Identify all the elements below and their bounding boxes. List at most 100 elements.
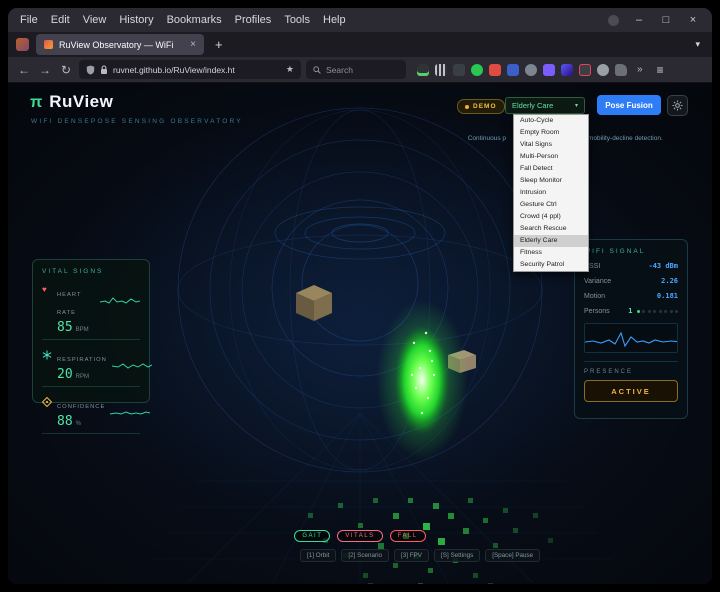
scenario-menu-item[interactable]: Multi-Person (514, 151, 588, 163)
motion-label: Motion (584, 293, 605, 300)
confidence-item: CONFIDENCE 88 % (42, 395, 140, 434)
fall-badge[interactable]: FALL (390, 530, 426, 542)
scenario-menu-item[interactable]: Vital Signs (514, 139, 588, 151)
respiration-icon (42, 350, 52, 360)
scenario-menu-item[interactable]: Crowd (4 ppl) (514, 211, 588, 223)
confidence-sparkline (110, 405, 150, 419)
shield-icon[interactable] (86, 65, 95, 75)
chevron-down-icon: ▾ (575, 102, 578, 109)
menu-file[interactable]: File (20, 14, 38, 26)
close-button[interactable]: × (686, 14, 700, 26)
shortcut-scenario: [2] Scenario (341, 549, 389, 562)
app-subtitle: WIFI DENSEPOSE SENSING OBSERVATORY (31, 118, 243, 125)
minimize-button[interactable]: – (632, 14, 646, 26)
shortcut-hints: [1] Orbit [2] Scenario [3] FPV [S] Setti… (300, 549, 540, 562)
pocket-icon[interactable] (579, 64, 591, 76)
overflow-button[interactable]: » (637, 64, 643, 75)
persons-row: Persons 1 (584, 307, 678, 315)
menu-edit[interactable]: Edit (51, 14, 70, 26)
scenario-menu-item[interactable]: Intrusion (514, 187, 588, 199)
demo-badge: DEMO (457, 99, 505, 114)
rssi-row: RSSI -43 dBm (584, 262, 678, 270)
shortcut-fpv: [3] FPV (394, 549, 429, 562)
mode-badges: GAIT VITALS FALL (8, 530, 712, 542)
tab-favicon-icon (44, 40, 53, 49)
menu-view[interactable]: View (83, 14, 107, 26)
vital-signs-panel: VITAL SIGNS ♥ HEART RATE 85 BPM (32, 259, 150, 403)
translate-icon[interactable] (507, 64, 519, 76)
scenario-menu-item[interactable]: Security Patrol (514, 259, 588, 271)
menu-help[interactable]: Help (323, 14, 346, 26)
new-tab-button[interactable]: + (211, 37, 227, 52)
scenario-menu-item[interactable]: Gesture Ctrl (514, 199, 588, 211)
back-button[interactable]: ← (16, 63, 32, 77)
confidence-unit: % (76, 421, 81, 427)
pdf-icon[interactable] (489, 64, 501, 76)
scenario-menu-item[interactable]: Search Rescue (514, 223, 588, 235)
shortcut-pause: [Space] Pause (485, 549, 540, 562)
confidence-label: CONFIDENCE (57, 404, 105, 410)
scenario-select[interactable]: Elderly Care ▾ (505, 97, 585, 114)
variance-label: Variance (584, 278, 611, 285)
downloads-icon[interactable] (417, 64, 429, 76)
maximize-button[interactable]: □ (659, 14, 673, 26)
whatsapp-icon[interactable] (471, 64, 483, 76)
link-icon[interactable] (525, 64, 537, 76)
mastodon-icon[interactable] (561, 64, 573, 76)
vitals-badge[interactable]: VITALS (337, 530, 382, 542)
heart-rate-sparkline (100, 293, 140, 307)
scenario-description-left: Continuous p (406, 135, 506, 142)
menu-bar: File Edit View History Bookmarks Profile… (8, 8, 712, 32)
scene-cube (296, 285, 332, 321)
wifi-signal-panel: WIFI SIGNAL RSSI -43 dBm Variance 2.26 M… (574, 239, 688, 419)
menu-bookmarks[interactable]: Bookmarks (167, 14, 222, 26)
respiration-item: RESPIRATION 20 RPM (42, 348, 140, 387)
menu-history[interactable]: History (119, 14, 153, 26)
presence-label: PRESENCE (584, 361, 678, 375)
scenario-menu-item-selected[interactable]: Elderly Care (514, 235, 588, 247)
tab-ruview[interactable]: RuView Observatory — WiFi × (36, 34, 204, 55)
url-text[interactable]: ruvnet.github.io/RuView/index.ht (113, 65, 281, 75)
gait-badge[interactable]: GAIT (294, 530, 330, 542)
forward-button[interactable]: → (37, 63, 53, 77)
search-bar[interactable]: Search (306, 60, 406, 79)
tab-title: RuView Observatory — WiFi (59, 40, 184, 50)
rssi-value: -43 dBm (648, 262, 678, 270)
app-menu-button[interactable]: ≡ (657, 63, 664, 77)
scenario-menu-item[interactable]: Empty Room (514, 127, 588, 139)
ruview-app: π RuView WIFI DENSEPOSE SENSING OBSERVAT… (8, 83, 712, 584)
library-icon[interactable] (435, 64, 447, 76)
tab-close-icon[interactable]: × (190, 39, 196, 50)
scenario-menu-item[interactable]: Fall Detect (514, 163, 588, 175)
search-placeholder: Search (326, 65, 353, 75)
heart-rate-item: ♥ HEART RATE 85 BPM (42, 283, 140, 340)
settings-button[interactable] (667, 95, 688, 116)
puzzle-icon[interactable] (615, 64, 627, 76)
shield-ext-icon[interactable] (543, 64, 555, 76)
menu-profiles[interactable]: Profiles (235, 14, 272, 26)
demo-label: DEMO (473, 103, 497, 110)
sidebar-icon[interactable] (453, 64, 465, 76)
menu-tools[interactable]: Tools (284, 14, 310, 26)
bookmark-star-icon[interactable]: ★ (286, 64, 294, 75)
motion-row: Motion 0.181 (584, 292, 678, 300)
scenario-menu-item[interactable]: Sleep Monitor (514, 175, 588, 187)
scenario-menu-item[interactable]: Auto-Cycle (514, 115, 588, 127)
heart-rate-label: HEART RATE (57, 292, 81, 316)
list-tabs-button[interactable]: ▾ (691, 39, 704, 50)
person-detection-glow (376, 300, 468, 460)
pose-fusion-button[interactable]: Pose Fusion (597, 95, 661, 115)
reload-button[interactable]: ↻ (58, 63, 74, 77)
shortcut-settings: [S] Settings (434, 549, 480, 562)
firefox-view-icon[interactable] (16, 38, 29, 51)
demo-dot-icon (465, 105, 469, 109)
extensions-row: » ≡ (417, 63, 666, 77)
scenario-menu-item[interactable]: Fitness (514, 247, 588, 259)
variance-row: Variance 2.26 (584, 277, 678, 285)
navigation-toolbar: ← → ↻ ruvnet.github.io/RuView/index.ht ★ (8, 57, 712, 83)
url-bar[interactable]: ruvnet.github.io/RuView/index.ht ★ (79, 60, 301, 79)
gear-icon (672, 100, 683, 111)
heart-icon: ♥ (42, 285, 52, 295)
wifi-title: WIFI SIGNAL (584, 248, 678, 255)
apple-icon[interactable] (597, 64, 609, 76)
